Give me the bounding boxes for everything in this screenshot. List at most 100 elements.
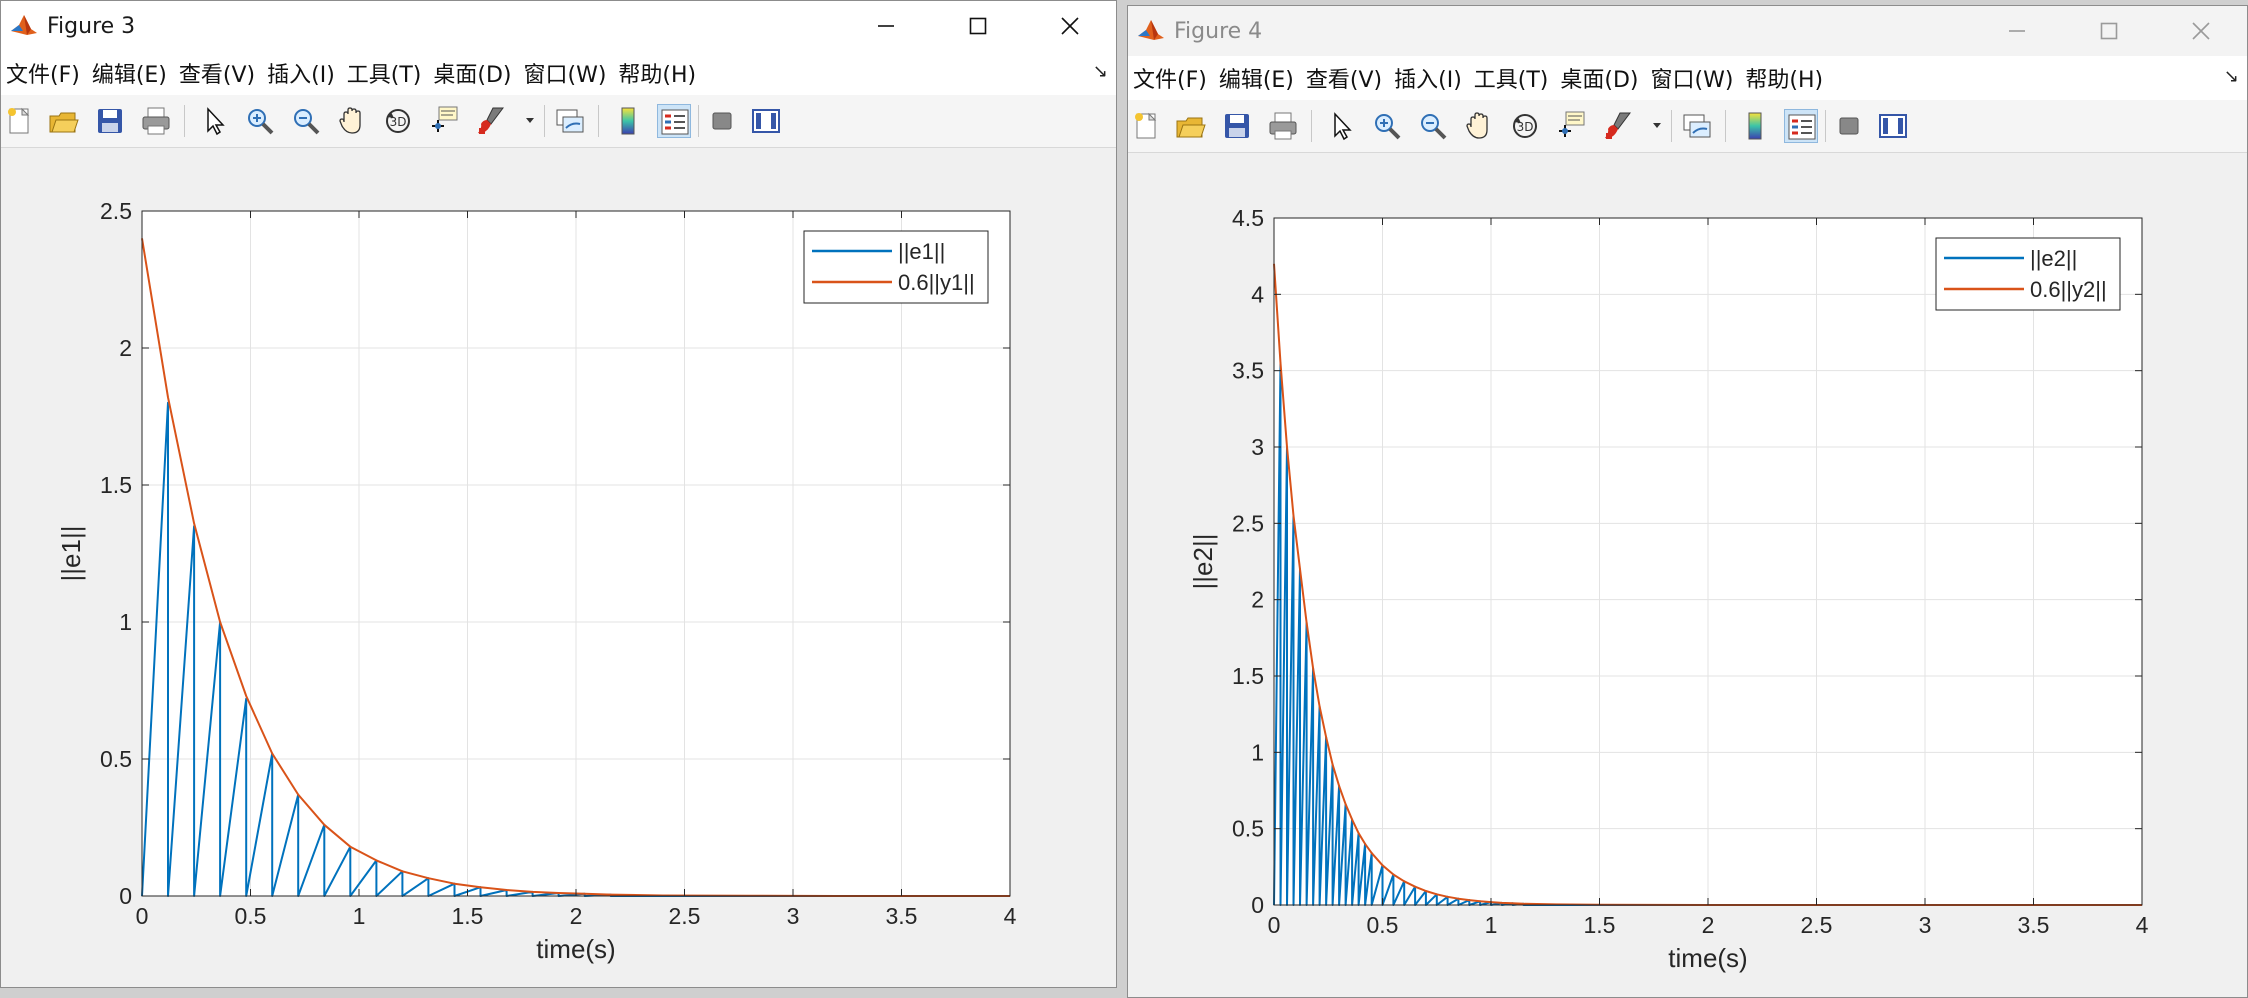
brush-button[interactable] (1600, 109, 1634, 143)
zoom-in-button[interactable] (243, 104, 277, 138)
brush-icon (478, 107, 504, 134)
colorbar-icon (1748, 112, 1762, 140)
x-tick-label: 1.5 (1584, 912, 1616, 938)
data-cursor-button[interactable] (1554, 109, 1588, 143)
x-tick-label: 2.5 (669, 903, 701, 929)
maximize-button[interactable] (2063, 6, 2155, 56)
data-cursor-button[interactable] (427, 104, 461, 138)
menu-help[interactable]: 帮助(H) (613, 57, 703, 89)
new-figure-icon (1135, 112, 1157, 139)
colorbar-button[interactable] (1738, 109, 1772, 143)
menu-desktop[interactable]: 桌面(D) (428, 57, 518, 89)
print-button[interactable] (139, 104, 173, 138)
toolbar: 3D (1, 95, 1116, 148)
menu-edit[interactable]: 编辑(E) (1214, 62, 1301, 94)
show-plot-tools-button[interactable] (749, 104, 783, 138)
toolbar-separator (1825, 110, 1826, 142)
brush-button[interactable] (473, 104, 507, 138)
y-tick-label: 3.5 (1232, 358, 1264, 384)
zoom-out-button[interactable] (1416, 109, 1450, 143)
show-plot-tools-button[interactable] (1876, 109, 1910, 143)
menu-desktop[interactable]: 桌面(D) (1555, 62, 1645, 94)
legend: ||e1|| 0.6||y1|| (803, 230, 989, 304)
print-icon (1269, 112, 1297, 140)
toolbar-separator (698, 105, 699, 137)
zoom-out-icon (1421, 114, 1447, 140)
rotate-3d-icon: 3D (386, 109, 410, 133)
hide-plot-tools-icon (712, 112, 732, 130)
y-tick-label: 1.5 (100, 472, 132, 498)
new-figure-button[interactable] (1130, 109, 1164, 143)
x-tick-label: 3 (1919, 912, 1932, 938)
pan-hand-button[interactable] (335, 104, 369, 138)
x-tick-label: 2 (570, 903, 583, 929)
link-plot-button[interactable] (1680, 109, 1714, 143)
select-arrow-icon (207, 107, 225, 136)
new-figure-button[interactable] (3, 104, 37, 138)
close-button[interactable] (2155, 6, 2247, 56)
menu-insert[interactable]: 插入(I) (262, 57, 342, 89)
hide-plot-tools-button[interactable] (705, 104, 739, 138)
save-icon (1225, 114, 1249, 138)
zoom-in-button[interactable] (1370, 109, 1404, 143)
figure-4-window: Figure 4 文件(F) 编辑(E) 查看(V) 插入(I) 工具(T) 桌… (1127, 5, 2248, 998)
pan-hand-button[interactable] (1462, 109, 1496, 143)
minimize-button[interactable] (1971, 6, 2063, 56)
select-arrow-button[interactable] (1324, 109, 1358, 143)
menu-file[interactable]: 文件(F) (1, 57, 87, 89)
close-button[interactable] (1024, 1, 1116, 51)
colorbar-button[interactable] (611, 104, 645, 138)
toolbar: 3D (1128, 100, 2247, 153)
menu-window[interactable]: 窗口(W) (519, 57, 614, 89)
menu-file[interactable]: 文件(F) (1128, 62, 1214, 94)
figure-3-window: Figure 3 文件(F) 编辑(E) 查看(V) 插入(I) 工具(T) 桌… (0, 0, 1117, 988)
x-tick-label: 2.5 (1801, 912, 1833, 938)
hide-plot-tools-button[interactable] (1832, 109, 1866, 143)
minimize-icon (878, 25, 894, 27)
menu-tools[interactable]: 工具(T) (342, 57, 429, 89)
x-axis-label: time(s) (1668, 943, 1747, 973)
print-button[interactable] (1266, 109, 1300, 143)
x-axis-label: time(s) (536, 934, 615, 964)
rotate-3d-button[interactable]: 3D (381, 104, 415, 138)
brush-dropdown-button[interactable] (521, 104, 539, 138)
x-tick-label: 1 (1485, 912, 1498, 938)
legend-button[interactable] (657, 104, 691, 138)
dock-arrow-icon[interactable]: ↘ (2224, 66, 2239, 87)
save-button[interactable] (93, 104, 127, 138)
y-axis-label: ||e2|| (1188, 534, 1218, 590)
x-tick-label: 3 (787, 903, 800, 929)
open-file-button[interactable] (47, 104, 81, 138)
select-arrow-button[interactable] (197, 104, 231, 138)
title-bar: Figure 4 (1128, 6, 2247, 56)
legend-label-2: 0.6||y1|| (898, 270, 975, 295)
rotate-3d-button[interactable]: 3D (1508, 109, 1542, 143)
menu-view[interactable]: 查看(V) (1301, 62, 1389, 94)
dock-arrow-icon[interactable]: ↘ (1093, 61, 1108, 82)
y-tick-label: 4 (1251, 281, 1264, 307)
maximize-button[interactable] (932, 1, 1024, 51)
y-tick-label: 0.5 (1232, 816, 1264, 842)
y-tick-label: 4.5 (1232, 205, 1264, 231)
y-tick-label: 1.5 (1232, 663, 1264, 689)
link-plot-button[interactable] (553, 104, 587, 138)
menu-insert[interactable]: 插入(I) (1389, 62, 1469, 94)
menu-view[interactable]: 查看(V) (174, 57, 262, 89)
brush-dropdown-button[interactable] (1648, 109, 1666, 143)
y-tick-label: 2.5 (100, 198, 132, 224)
x-tick-label: 3.5 (886, 903, 918, 929)
menu-window[interactable]: 窗口(W) (1646, 62, 1741, 94)
legend-button[interactable] (1784, 109, 1818, 143)
toolbar-separator (1671, 110, 1672, 142)
menu-tools[interactable]: 工具(T) (1469, 62, 1556, 94)
menu-edit[interactable]: 编辑(E) (87, 57, 174, 89)
zoom-out-button[interactable] (289, 104, 323, 138)
open-file-button[interactable] (1174, 109, 1208, 143)
x-tick-label: 4 (1004, 903, 1017, 929)
y-tick-label: 2.5 (1232, 510, 1264, 536)
save-button[interactable] (1220, 109, 1254, 143)
menu-help[interactable]: 帮助(H) (1740, 62, 1830, 94)
matlab-logo-icon (11, 15, 37, 35)
show-plot-tools-icon (752, 109, 780, 133)
minimize-button[interactable] (840, 1, 932, 51)
